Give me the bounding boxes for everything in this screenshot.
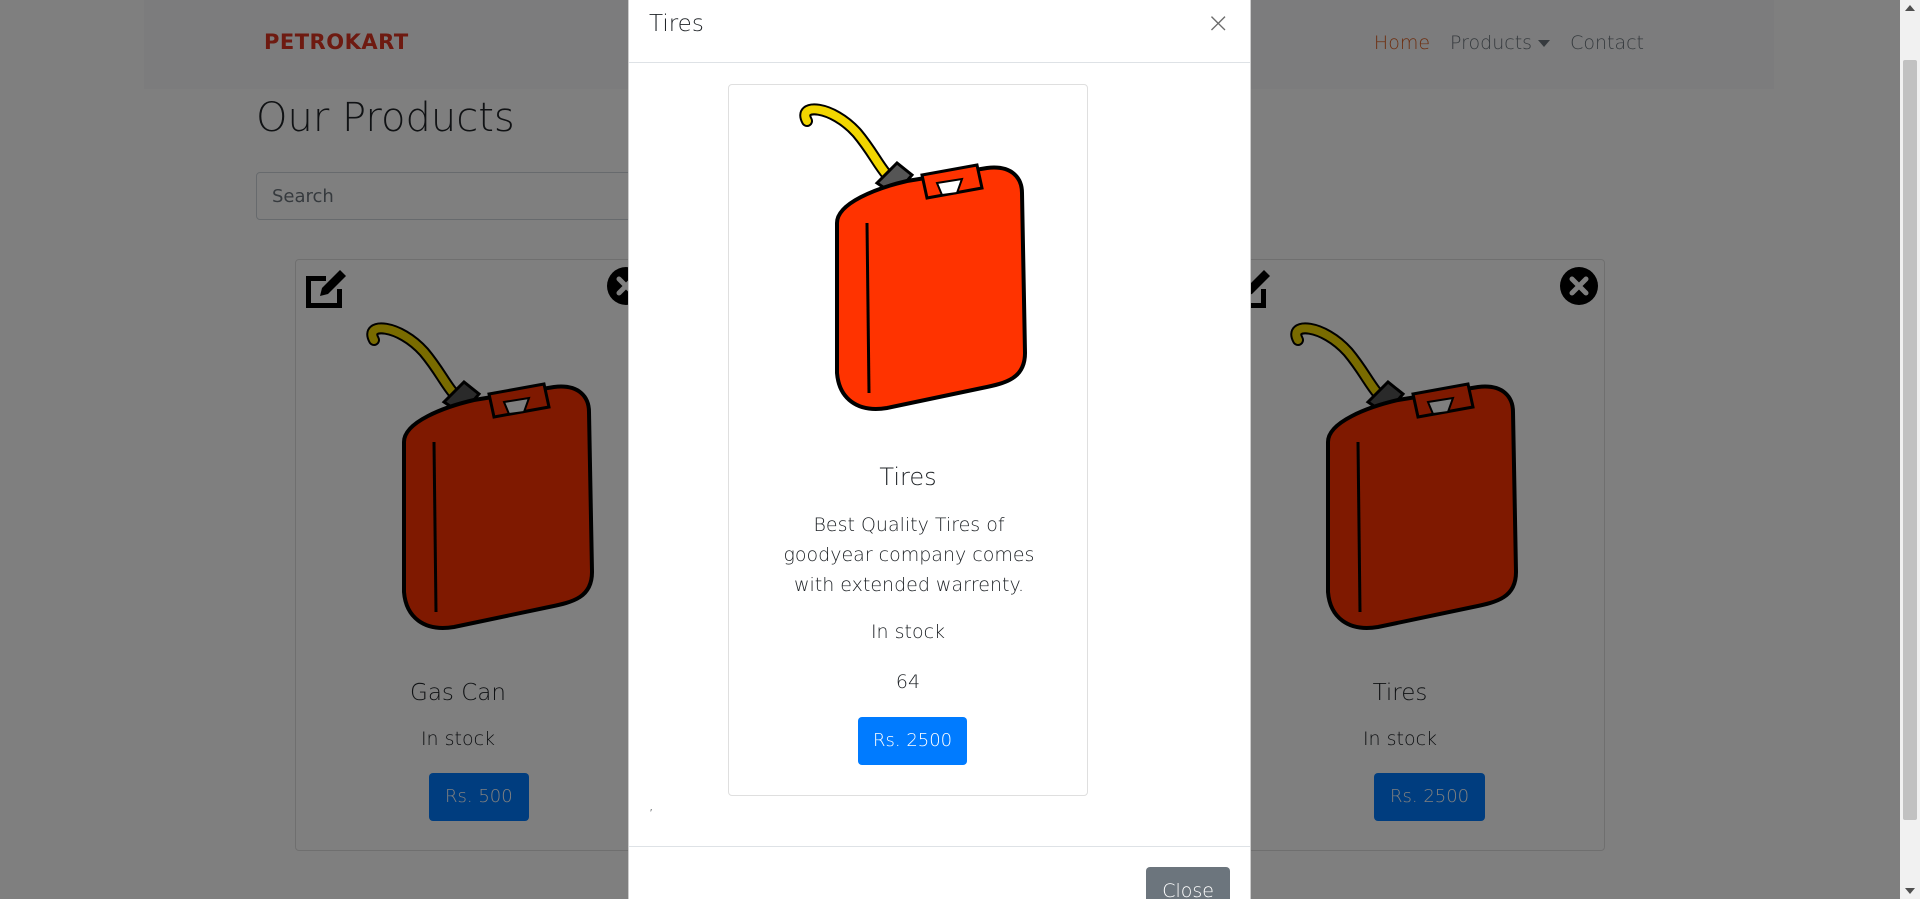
scroll-down-icon[interactable] <box>1905 888 1915 894</box>
modal-product-card: Tires Best Quality Tires of goodyear com… <box>728 84 1088 796</box>
modal-product-stock: In stock <box>870 621 946 643</box>
scrollbar[interactable] <box>1900 0 1920 899</box>
close-button[interactable]: Close <box>1146 867 1230 899</box>
scroll-thumb[interactable] <box>1903 60 1917 820</box>
gas-can-icon <box>799 103 1028 411</box>
modal-product-description: Best Quality Tires of goodyear company c… <box>783 514 1035 596</box>
modal-header: Tires × <box>629 0 1250 63</box>
modal-product-quantity: 64 <box>895 671 921 693</box>
scroll-up-icon[interactable] <box>1905 5 1915 11</box>
modal-product-name: Tires <box>879 463 937 491</box>
modal-title: Tires <box>649 11 704 37</box>
modal-footer: Close <box>629 846 1250 899</box>
close-icon[interactable]: × <box>1207 9 1230 37</box>
modal-stray-text: , <box>649 798 654 814</box>
modal-price-button[interactable]: Rs. 2500 <box>858 717 968 765</box>
product-modal: Tires × Tires Best Quality Tires of good… <box>628 0 1251 899</box>
